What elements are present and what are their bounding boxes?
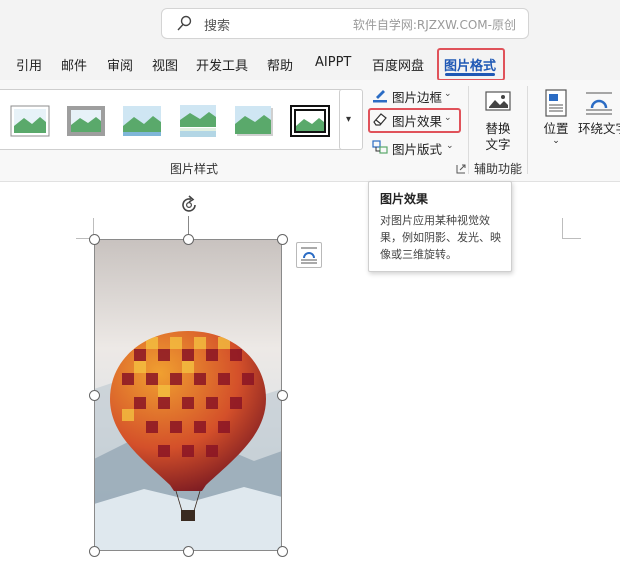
rotate-handle-icon[interactable]: [178, 194, 200, 216]
gallery-more-button[interactable]: ▾: [339, 89, 363, 150]
resize-handle-right[interactable]: [277, 390, 288, 401]
chevron-down-icon: ⌄: [552, 136, 560, 146]
tooltip-body: 对图片应用某种视觉效果，例如阴影、发光、映像或三维旋转。: [380, 214, 501, 261]
tab-review[interactable]: 审阅: [107, 55, 133, 74]
picture-border-button[interactable]: 图片边框 ⌄: [368, 84, 458, 106]
resize-handle-top[interactable]: [183, 234, 194, 245]
chevron-down-icon: ▾: [346, 114, 352, 125]
border-pen-icon: [373, 90, 387, 103]
group-separator: [468, 86, 469, 174]
wrap-text-icon: [586, 92, 612, 115]
position-label: 位置: [543, 121, 569, 136]
chevron-down-icon: ⌄: [446, 141, 454, 151]
style-reflected-icon[interactable]: [178, 104, 218, 138]
search-icon: [177, 15, 192, 31]
margin-mark: [562, 238, 581, 239]
title-bar: 搜索 软件自学网:RJZXW.COM-原创: [0, 0, 620, 46]
resize-handle-bottom-right[interactable]: [277, 546, 288, 557]
picture-layout-label: 图片版式: [392, 142, 443, 157]
ribbon-tabs: 引用 邮件 审阅 视图 开发工具 帮助 AIPPT 百度网盘 图片格式: [0, 46, 620, 80]
picture-layout-button[interactable]: 图片版式 ⌄: [368, 136, 460, 158]
position-button[interactable]: 位置 ⌄: [538, 88, 574, 146]
resize-handle-top-right[interactable]: [277, 234, 288, 245]
picture-border-label: 图片边框: [392, 90, 443, 105]
search-box[interactable]: 搜索 软件自学网:RJZXW.COM-原创: [161, 8, 529, 39]
chevron-down-icon: ⌄: [444, 89, 452, 99]
style-black-frame-icon[interactable]: [290, 104, 330, 138]
selection-border: [94, 239, 282, 551]
tab-baidu-netdisk[interactable]: 百度网盘: [372, 55, 424, 74]
alt-text-icon: [485, 91, 511, 111]
watermark-text: 软件自学网:RJZXW.COM-原创: [352, 18, 516, 32]
highlight-effects-box: [368, 108, 461, 133]
alt-text-label: 替换文字: [485, 121, 511, 152]
tab-help[interactable]: 帮助: [267, 55, 293, 74]
tab-mailings[interactable]: 邮件: [61, 55, 87, 74]
resize-handle-bottom-left[interactable]: [89, 546, 100, 557]
tooltip-title: 图片效果: [380, 192, 429, 206]
picture-effects-tooltip: 图片效果 对图片应用某种视觉效果，例如阴影、发光、映像或三维旋转。: [368, 181, 512, 272]
tab-developer[interactable]: 开发工具: [196, 55, 248, 74]
picture-styles-group-label: 图片样式: [170, 162, 219, 176]
layout-options-icon: [301, 247, 317, 264]
tab-aippt[interactable]: AIPPT: [315, 55, 351, 70]
tab-view[interactable]: 视图: [152, 55, 178, 74]
group-separator: [527, 86, 528, 174]
layout-icon: [372, 140, 388, 154]
accessibility-group-label: 辅助功能: [474, 162, 523, 176]
alt-text-button[interactable]: 替换文字: [476, 88, 520, 153]
style-shadow-icon[interactable]: [234, 104, 274, 138]
style-thick-matte-icon[interactable]: [66, 104, 106, 138]
layout-options-button[interactable]: [296, 242, 322, 268]
style-soft-edge-icon[interactable]: [122, 104, 162, 138]
tab-references[interactable]: 引用: [16, 55, 42, 74]
wrap-text-label: 环绕文字: [578, 121, 620, 136]
wrap-text-button[interactable]: 环绕文字: [578, 88, 620, 137]
search-placeholder: 搜索: [204, 19, 231, 34]
margin-mark: [562, 218, 563, 238]
resize-handle-left[interactable]: [89, 390, 100, 401]
dialog-launcher-icon[interactable]: [456, 164, 466, 174]
resize-handle-top-left[interactable]: [89, 234, 100, 245]
resize-handle-bottom[interactable]: [183, 546, 194, 557]
highlight-tab-box: [437, 48, 505, 81]
position-icon: [545, 89, 567, 117]
style-simple-frame-icon[interactable]: [10, 104, 50, 138]
